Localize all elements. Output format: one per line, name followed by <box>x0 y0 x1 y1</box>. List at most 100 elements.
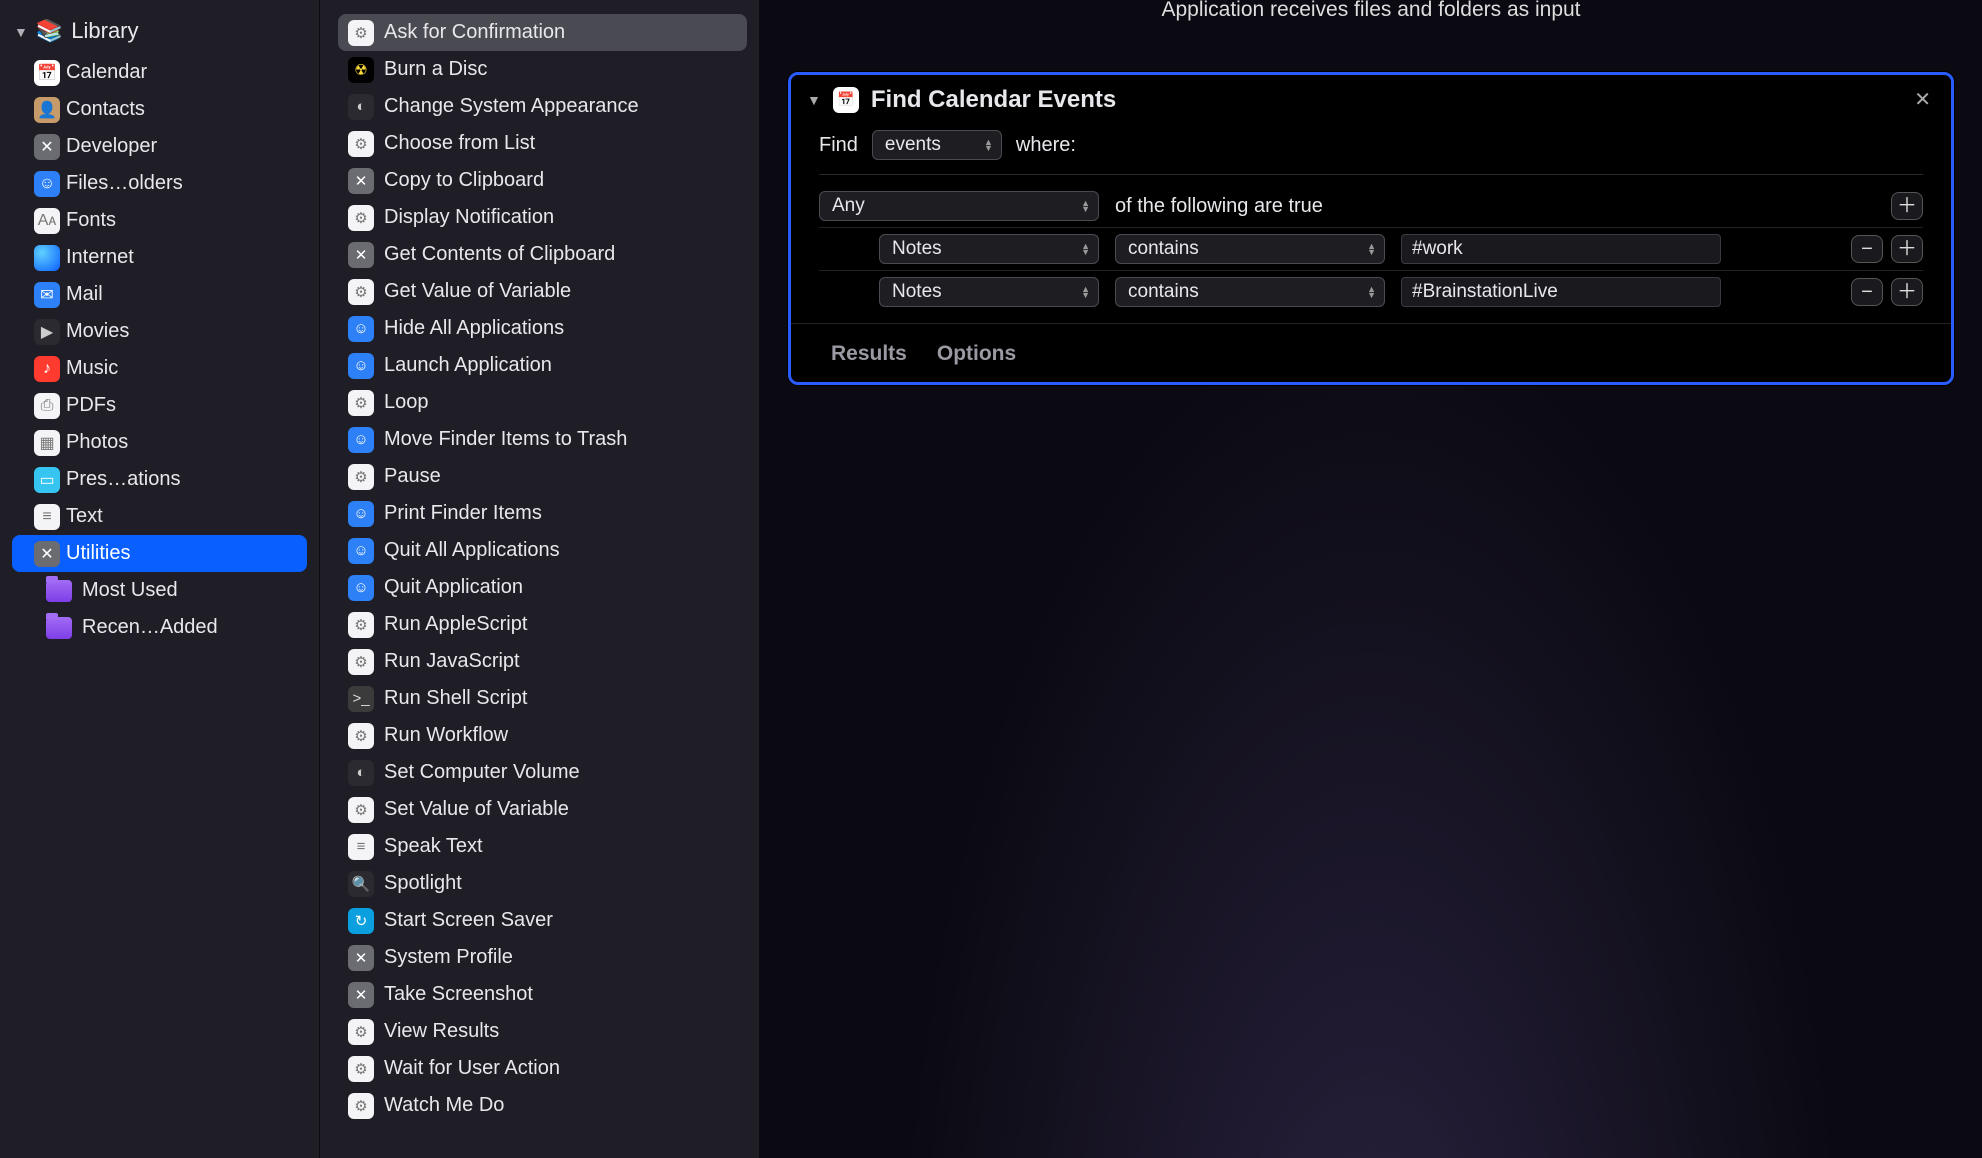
sidebar-item-mail[interactable]: ✉Mail <box>12 276 307 313</box>
action-move-finder-items-to-trash[interactable]: ☺Move Finder Items to Trash <box>338 421 747 458</box>
find-target-select[interactable]: events ▲▼ <box>872 130 1002 160</box>
rule-value-input[interactable] <box>1401 234 1721 264</box>
remove-rule-button[interactable]: − <box>1851 235 1883 263</box>
sidebar-item-text[interactable]: ≡Text <box>12 498 307 535</box>
action-get-contents-of-clipboard[interactable]: ✕Get Contents of Clipboard <box>338 236 747 273</box>
action-icon: ⚙ <box>348 612 374 638</box>
sidebar-item-internet[interactable]: Internet <box>12 239 307 276</box>
select-arrows-icon: ▲▼ <box>1081 286 1090 298</box>
action-icon: ☢ <box>348 57 374 83</box>
sidebar-item-files-folders[interactable]: ☺Files…olders <box>12 165 307 202</box>
action-label: Change System Appearance <box>384 95 639 118</box>
rule-row: Notes ▲▼ contains ▲▼ − ＋ <box>819 271 1923 313</box>
action-get-value-of-variable[interactable]: ⚙Get Value of Variable <box>338 273 747 310</box>
action-icon: ✕ <box>348 242 374 268</box>
tab-results[interactable]: Results <box>831 342 907 366</box>
disclosure-triangle-icon[interactable]: ▼ <box>14 24 28 40</box>
sidebar-item-developer[interactable]: ✕ Developer <box>12 128 307 165</box>
action-burn-a-disc[interactable]: ☢ Burn a Disc <box>338 51 747 88</box>
rule-field-select[interactable]: Notes ▲▼ <box>879 234 1099 264</box>
add-rule-button[interactable]: ＋ <box>1891 278 1923 306</box>
action-icon: ☺ <box>348 538 374 564</box>
sidebar-item-presentations[interactable]: ▭Pres…ations <box>12 461 307 498</box>
action-set-computer-volume[interactable]: ◐Set Computer Volume <box>338 754 747 791</box>
sidebar-item-label: Music <box>66 357 118 380</box>
sidebar-folder-recently-added[interactable]: Recen…Added <box>12 609 307 646</box>
match-mode-value: Any <box>832 195 865 217</box>
action-pause[interactable]: ⚙Pause <box>338 458 747 495</box>
action-card-find-calendar-events[interactable]: ▼ 📅 Find Calendar Events ✕ Find events ▲… <box>788 72 1954 385</box>
sidebar-item-fonts[interactable]: AᴀFonts <box>12 202 307 239</box>
action-label: Display Notification <box>384 206 554 229</box>
action-label: Spotlight <box>384 872 462 895</box>
action-copy-to-clipboard[interactable]: ✕Copy to Clipboard <box>338 162 747 199</box>
action-label: Start Screen Saver <box>384 909 553 932</box>
rule-value-input[interactable] <box>1401 277 1721 307</box>
action-loop[interactable]: ⚙Loop <box>338 384 747 421</box>
sidebar-item-pdfs[interactable]: ⎙ PDFs <box>12 387 307 424</box>
action-start-screen-saver[interactable]: ↻Start Screen Saver <box>338 902 747 939</box>
category-icon: ⎙ <box>34 393 60 419</box>
action-view-results[interactable]: ⚙View Results <box>338 1013 747 1050</box>
action-run-applescript[interactable]: ⚙ Run AppleScript <box>338 606 747 643</box>
action-run-shell-script[interactable]: >_Run Shell Script <box>338 680 747 717</box>
action-run-javascript[interactable]: ⚙Run JavaScript <box>338 643 747 680</box>
sidebar-item-label: Developer <box>66 135 157 158</box>
rule-field-select[interactable]: Notes ▲▼ <box>879 277 1099 307</box>
find-line: Find events ▲▼ where: <box>819 130 1923 174</box>
action-system-profile[interactable]: ✕System Profile <box>338 939 747 976</box>
action-label: Hide All Applications <box>384 317 564 340</box>
sidebar-item-label: Utilities <box>66 542 130 565</box>
action-display-notification[interactable]: ⚙Display Notification <box>338 199 747 236</box>
action-spotlight[interactable]: 🔍Spotlight <box>338 865 747 902</box>
sidebar-item-contacts[interactable]: 👤Contacts <box>12 91 307 128</box>
category-icon: ▦ <box>34 430 60 456</box>
sidebar-item-calendar[interactable]: 📅Calendar <box>12 54 307 91</box>
close-icon[interactable]: ✕ <box>1910 83 1935 116</box>
library-header[interactable]: ▼ 📚 Library <box>0 14 319 54</box>
category-icon: ✕ <box>34 134 60 160</box>
action-quit-application[interactable]: ☺Quit Application <box>338 569 747 606</box>
action-run-workflow[interactable]: ⚙Run Workflow <box>338 717 747 754</box>
action-speak-text[interactable]: ≡Speak Text <box>338 828 747 865</box>
sidebar-item-utilities[interactable]: ✕Utilities <box>12 535 307 572</box>
rule-operator-select[interactable]: contains ▲▼ <box>1115 234 1385 264</box>
action-label: Pause <box>384 465 441 488</box>
sidebar-item-music[interactable]: ♪ Music <box>12 350 307 387</box>
action-label: Move Finder Items to Trash <box>384 428 627 451</box>
action-take-screenshot[interactable]: ✕Take Screenshot <box>338 976 747 1013</box>
category-icon: ♪ <box>34 356 60 382</box>
sidebar-item-movies[interactable]: ▶Movies <box>12 313 307 350</box>
rule-operator-select[interactable]: contains ▲▼ <box>1115 277 1385 307</box>
folder-icon <box>46 617 72 639</box>
sidebar-item-label: PDFs <box>66 394 116 417</box>
action-launch-application[interactable]: ☺Launch Application <box>338 347 747 384</box>
action-quit-all-applications[interactable]: ☺Quit All Applications <box>338 532 747 569</box>
action-hide-all-applications[interactable]: ☺Hide All Applications <box>338 310 747 347</box>
action-change-system-appearance[interactable]: ◐Change System Appearance <box>338 88 747 125</box>
remove-rule-button[interactable]: − <box>1851 278 1883 306</box>
sidebar-item-photos[interactable]: ▦Photos <box>12 424 307 461</box>
folder-icon <box>46 580 72 602</box>
match-mode-select[interactable]: Any ▲▼ <box>819 191 1099 221</box>
match-mode-suffix: of the following are true <box>1115 195 1323 218</box>
select-arrows-icon: ▲▼ <box>984 139 993 151</box>
action-icon: ✕ <box>348 168 374 194</box>
action-watch-me-do[interactable]: ⚙Watch Me Do <box>338 1087 747 1124</box>
sidebar-folder-most-used[interactable]: Most Used <box>12 572 307 609</box>
action-card-tabs: Results Options <box>791 323 1951 382</box>
action-choose-from-list[interactable]: ⚙Choose from List <box>338 125 747 162</box>
tab-options[interactable]: Options <box>937 342 1016 366</box>
action-print-finder-items[interactable]: ☺Print Finder Items <box>338 495 747 532</box>
action-ask-for-confirmation[interactable]: ⚙Ask for Confirmation <box>338 14 747 51</box>
action-wait-for-user-action[interactable]: ⚙Wait for User Action <box>338 1050 747 1087</box>
action-set-value-of-variable[interactable]: ⚙Set Value of Variable <box>338 791 747 828</box>
collapse-triangle-icon[interactable]: ▼ <box>807 92 821 108</box>
action-label: System Profile <box>384 946 513 969</box>
sidebar-folder-label: Most Used <box>82 579 178 602</box>
action-label: Burn a Disc <box>384 58 487 81</box>
add-rule-group-button[interactable]: ＋ <box>1891 192 1923 220</box>
action-label: Run AppleScript <box>384 613 527 636</box>
add-rule-button[interactable]: ＋ <box>1891 235 1923 263</box>
action-label: Print Finder Items <box>384 502 542 525</box>
